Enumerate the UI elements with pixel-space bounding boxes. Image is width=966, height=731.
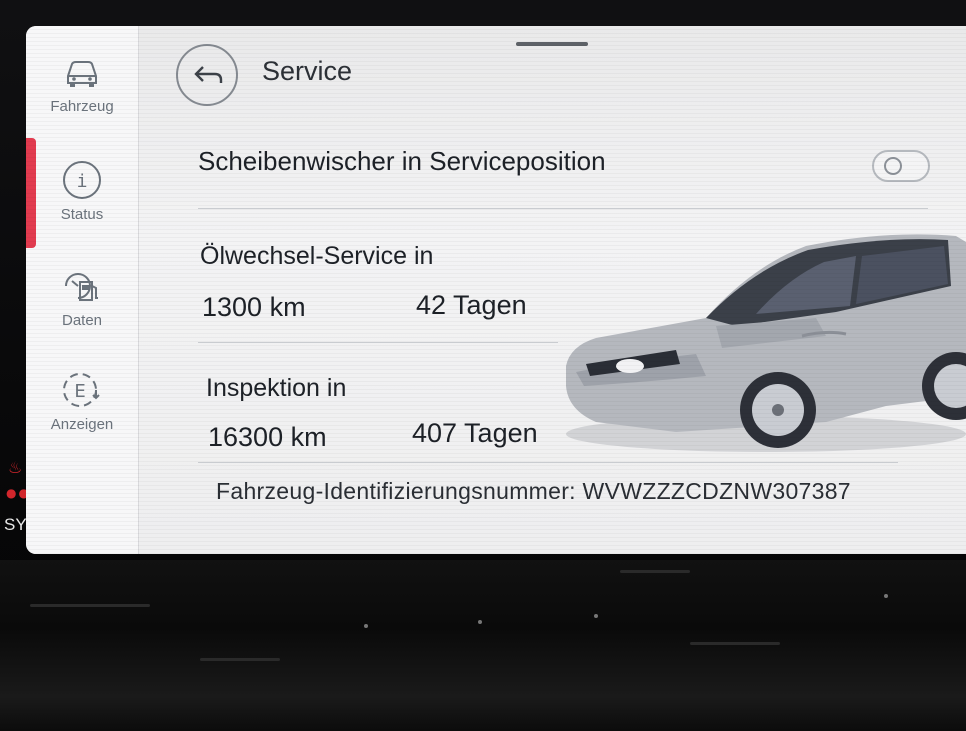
sidebar-item-label: Fahrzeug bbox=[50, 98, 114, 115]
sidebar-item-status[interactable]: i Status bbox=[26, 134, 138, 238]
divider bbox=[198, 342, 558, 343]
svg-text:i: i bbox=[77, 171, 88, 192]
page-title: Service bbox=[262, 56, 353, 86]
back-arrow-icon bbox=[194, 66, 223, 83]
vehicle-image bbox=[566, 234, 966, 452]
sidebar: Fahrzeug i Status Daten E Anzeigen bbox=[26, 26, 139, 554]
sidebar-item-label: Anzeigen bbox=[50, 416, 114, 433]
oil-service-distance: 1300 km bbox=[202, 292, 306, 322]
infotainment-screen: Fahrzeug i Status Daten E Anzeigen Servi… bbox=[26, 26, 966, 554]
trip-data-icon bbox=[65, 273, 98, 301]
display-icon: E bbox=[63, 373, 100, 407]
vin-text: Fahrzeug-Identifizierungsnummer: WVWZZZC… bbox=[216, 478, 851, 504]
wiper-service-toggle[interactable] bbox=[872, 150, 930, 182]
car-icon bbox=[67, 61, 97, 87]
oil-service-days: 42 Tagen bbox=[416, 290, 527, 320]
oil-service-title: Ölwechsel-Service in bbox=[200, 242, 434, 270]
sidebar-item-anzeigen[interactable]: E Anzeigen bbox=[26, 344, 138, 448]
sidebar-item-fahrzeug[interactable]: Fahrzeug bbox=[26, 26, 138, 130]
inspection-days: 407 Tagen bbox=[412, 418, 538, 448]
dashboard-panel bbox=[0, 560, 966, 731]
sidebar-item-label: Daten bbox=[61, 312, 103, 329]
sidebar-item-label: Status bbox=[60, 206, 104, 223]
rear-defrost-icon[interactable]: ♨ bbox=[8, 460, 22, 476]
back-button[interactable] bbox=[176, 44, 238, 106]
toggle-knob bbox=[884, 157, 902, 175]
divider bbox=[198, 208, 928, 209]
info-icon: i bbox=[63, 161, 101, 199]
inspection-distance: 16300 km bbox=[208, 422, 327, 452]
inspection-title: Inspektion in bbox=[206, 374, 347, 402]
drag-handle[interactable] bbox=[516, 42, 588, 46]
sidebar-item-daten[interactable]: Daten bbox=[26, 240, 138, 344]
svg-text:E: E bbox=[74, 381, 85, 402]
wiper-service-label[interactable]: Scheibenwischer in Serviceposition bbox=[198, 146, 606, 177]
